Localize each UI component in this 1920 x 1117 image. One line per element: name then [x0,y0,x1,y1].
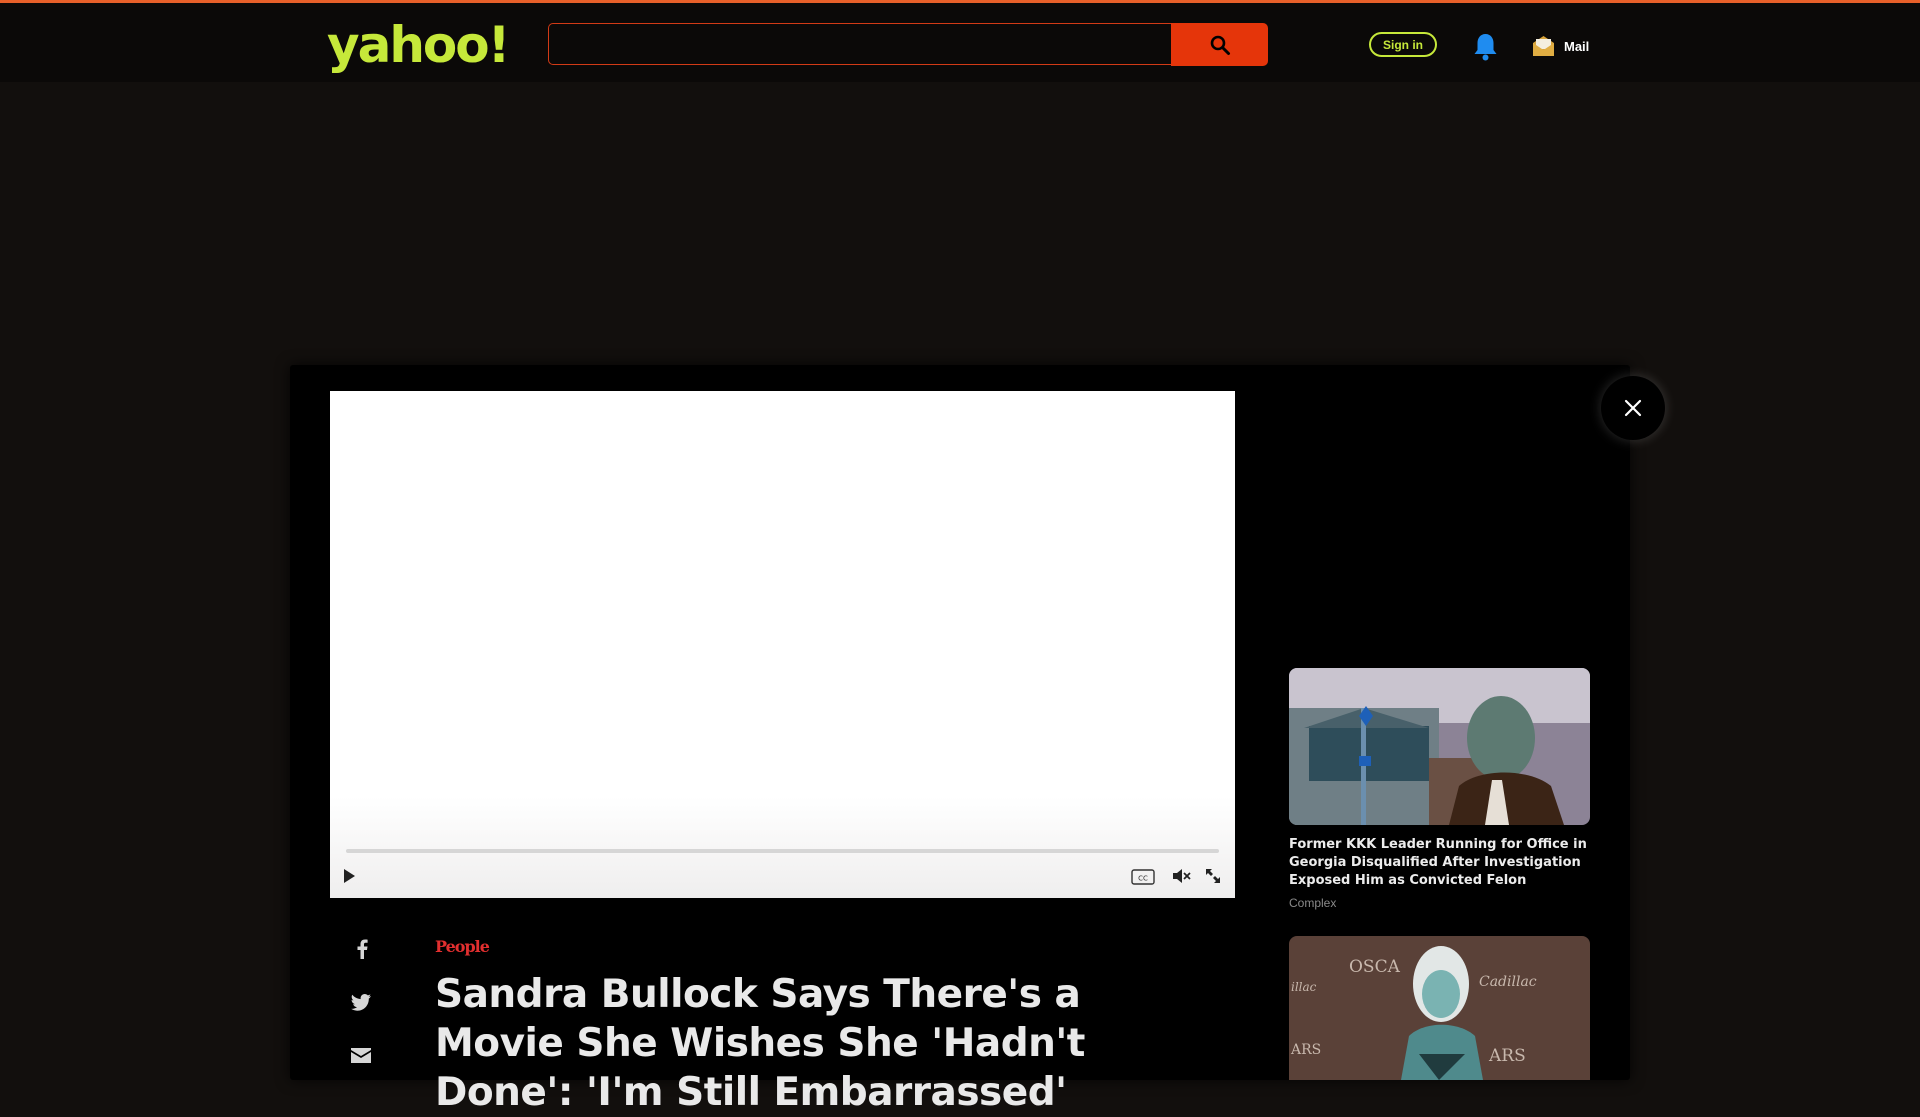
svg-text:Cadillac: Cadillac [1479,974,1537,990]
svg-text:illac: illac [1291,980,1317,994]
article-headline: Sandra Bullock Says There's a Movie She … [435,972,1085,1115]
close-icon [1624,399,1642,417]
svg-text:ARS: ARS [1290,1042,1321,1058]
video-player[interactable]: CC [330,391,1235,898]
bell-icon [1474,34,1497,61]
story-source: Complex [1289,896,1337,910]
search-button[interactable] [1171,23,1268,66]
site-header: yahoo! Sign in Mail [0,3,1920,82]
svg-text:ARS: ARS [1488,1046,1526,1066]
fullscreen-icon[interactable] [1204,867,1222,885]
source-logo[interactable]: People [435,937,490,956]
svg-text:OSCA: OSCA [1349,957,1401,977]
mail-link[interactable]: Mail [1531,34,1589,58]
mute-icon[interactable] [1171,867,1191,885]
mail-icon [1533,36,1554,56]
closed-captions-icon[interactable]: CC [1131,869,1155,885]
search-input[interactable] [549,24,1172,64]
notifications-button[interactable] [1472,32,1499,62]
story-title[interactable]: Former KKK Leader Running for Office in … [1289,836,1590,890]
sidebar-story-card[interactable]: Former KKK Leader Running for Office in … [1289,668,1590,910]
close-modal-button[interactable] [1601,376,1665,440]
search-box[interactable] [548,23,1172,65]
video-progress-bar[interactable] [346,849,1219,853]
yahoo-logo[interactable]: yahoo! [327,15,510,75]
play-icon[interactable] [341,867,357,885]
sign-in-button[interactable]: Sign in [1369,32,1437,57]
search-icon [1210,35,1230,55]
story-thumbnail[interactable] [1289,668,1590,825]
story-thumbnail[interactable]: OSCA Cadillac illac ARS ARS [1289,936,1590,1080]
svg-text:CC: CC [1138,875,1148,883]
mail-label: Mail [1564,38,1590,54]
facebook-icon[interactable] [355,939,369,959]
twitter-icon[interactable] [351,994,371,1011]
email-icon[interactable] [351,1048,371,1063]
sidebar-story-card[interactable]: OSCA Cadillac illac ARS ARS [1289,936,1590,1080]
